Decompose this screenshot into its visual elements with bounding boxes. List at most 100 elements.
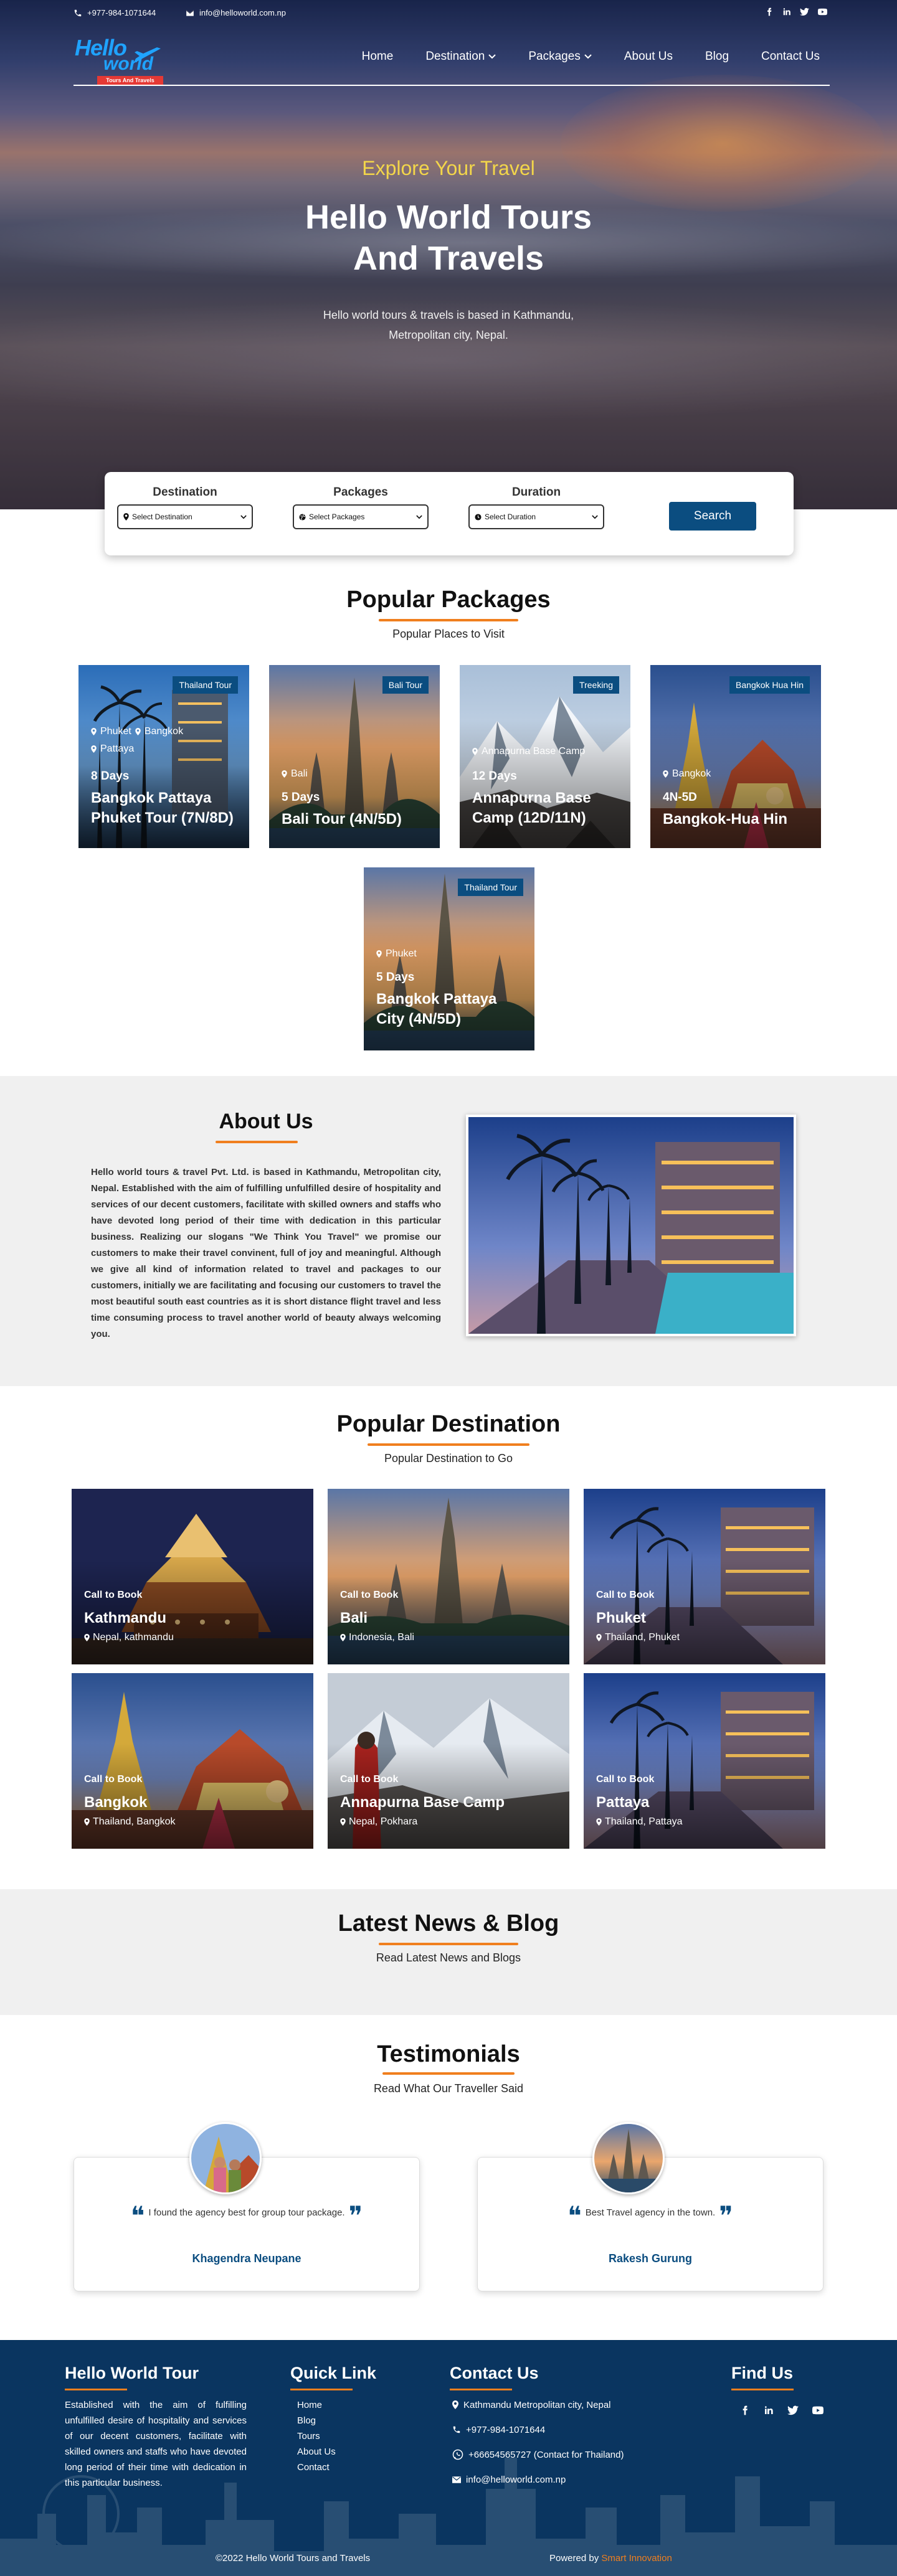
duration-value: Select Duration [485,512,536,521]
title-underline [731,2389,794,2390]
quote-close-icon: ❞ [348,2201,363,2231]
globe-icon [299,513,306,521]
testimonial-text: I found the agency best for group tour p… [148,2207,345,2218]
destination-name: Annapurna Base Camp [340,1794,505,1811]
map-pin-icon [663,770,668,778]
youtube-icon[interactable] [812,2405,823,2416]
destination-card[interactable]: Call to Book Bangkok Thailand, Bangkok [72,1673,313,1849]
powered-by: Powered by Smart Innovation [549,2553,672,2564]
topbar-email[interactable]: info@helloworld.com.np [186,8,286,17]
nav-about[interactable]: About Us [624,50,673,64]
footer-whatsapp[interactable]: +66654565727 (Contact for Thailand) [452,2442,624,2467]
destination-location: Thailand, Bangkok [93,1816,176,1827]
phone-icon [74,9,82,16]
nav-label: Blog [705,50,729,63]
destination-card[interactable]: Call to Book Annapurna Base Camp Nepal, … [328,1673,569,1849]
package-card[interactable]: Thailand Tour Phuket 5 Days Bangkok Patt… [364,867,534,1050]
map-pin-icon [340,1634,346,1641]
news-title: Latest News & Blog [338,1910,559,1937]
package-name: Bangkok Pattaya City (4N/5D) [376,991,497,1027]
nav-label: Home [361,50,394,63]
chevron-down-icon [592,514,598,519]
packages-value: Select Packages [309,512,365,521]
destination-location: Indonesia, Bali [349,1632,414,1643]
nav-contact[interactable]: Contact Us [761,50,820,64]
footer-social [740,2405,823,2416]
nav-blog[interactable]: Blog [705,50,729,64]
footer-phone[interactable]: +977-984-1071644 [452,2417,624,2442]
destination-card[interactable]: Call to Book Pattaya Thailand, Pattaya [584,1673,825,1849]
destination-name: Kathmandu [84,1610,166,1626]
nav-divider [74,85,830,86]
hero-subtitle: Hello world tours & travels is based in … [0,305,897,345]
map-pin-icon [91,728,97,735]
packages-subtitle: Popular Places to Visit [392,628,505,640]
chevron-down-icon [416,514,422,519]
map-pin-icon [135,728,141,735]
packages-select[interactable]: Select Packages [293,504,429,529]
package-card[interactable]: Thailand Tour Phuket Bangkok Pattaya 8 D… [78,665,249,848]
call-to-book[interactable]: Call to Book [596,1774,654,1785]
package-card[interactable]: Treeking Annapurna Base Camp 12 Days Ann… [460,665,630,848]
package-card[interactable]: Bangkok Hua Hin Bangkok 4N-5D Bangkok-Hu… [650,665,821,848]
about-image [466,1115,796,1336]
package-location: Pattaya [100,743,135,754]
powered-by-link[interactable]: Smart Innovation [601,2553,672,2564]
destination-card[interactable]: Call to Book Kathmandu Nepal, kathmandu [72,1489,313,1664]
site-logo[interactable]: Hello world Tours And Travels [75,32,168,85]
hero-subtitle-line1: Hello world tours & travels is based in … [323,309,574,321]
linkedin-icon[interactable] [782,7,791,16]
nav-home[interactable]: Home [362,50,394,64]
twitter-icon[interactable] [787,2405,799,2416]
nav-label: Contact Us [761,50,820,63]
duration-select[interactable]: Select Duration [468,504,604,529]
news-subtitle: Read Latest News and Blogs [376,1951,521,1964]
footer-email[interactable]: info@helloworld.com.np [452,2467,624,2492]
call-to-book[interactable]: Call to Book [84,1774,142,1785]
footer-link-tours[interactable]: Tours [297,2428,336,2444]
package-name: Bangkok Pattaya Phuket Tour (7N/8D) [91,790,234,826]
about-section: About Us Hello world tours & travel Pvt.… [0,1076,897,1386]
search-button[interactable]: Search [669,502,756,531]
topbar-phone[interactable]: +977-984-1071644 [74,8,156,17]
linkedin-icon[interactable] [764,2405,774,2416]
call-to-book[interactable]: Call to Book [340,1590,398,1601]
package-location: Bangkok [672,768,711,779]
twitter-icon[interactable] [800,7,809,16]
destination-card[interactable]: Call to Book Phuket Thailand, Phuket [584,1489,825,1664]
logo-tagline: Tours And Travels [97,76,163,85]
destination-name: Pattaya [596,1794,650,1811]
package-location: Phuket [100,726,131,737]
footer-link-about[interactable]: About Us [297,2444,336,2460]
testimonial-quote: ❝ I found the agency best for group tour… [74,2201,419,2231]
facebook-icon[interactable] [765,7,774,16]
nav-packages[interactable]: Packages [528,50,592,64]
nav-destination[interactable]: Destination [425,50,496,64]
duration-label: Duration [511,486,561,499]
testimonials-title: Testimonials [377,2041,520,2067]
destination-select[interactable]: Select Destination [117,504,253,529]
package-tag: Bangkok Hua Hin [729,676,810,694]
quote-close-icon: ❞ [719,2201,733,2231]
package-days: 4N-5D [663,791,697,804]
call-to-book[interactable]: Call to Book [84,1590,142,1601]
map-pin-icon [282,770,287,778]
news-section: Latest News & Blog Read Latest News and … [0,1889,897,2015]
powered-prefix: Powered by [549,2553,602,2564]
package-card[interactable]: Bali Tour Bali 5 Days Bali Tour (4N/5D) [269,665,440,848]
facebook-icon[interactable] [740,2405,750,2416]
map-pin-icon [472,748,478,755]
avatar-image [191,2124,260,2192]
footer-link-home[interactable]: Home [297,2397,336,2413]
destination-location: Nepal, Pokhara [349,1816,418,1827]
site-footer: Hello World Tour Established with the ai… [0,2340,897,2576]
title-underline [450,2389,512,2390]
footer-link-contact[interactable]: Contact [297,2460,336,2475]
youtube-icon[interactable] [818,7,827,16]
call-to-book[interactable]: Call to Book [596,1590,654,1601]
footer-link-blog[interactable]: Blog [297,2413,336,2428]
call-to-book[interactable]: Call to Book [340,1774,398,1785]
destination-card[interactable]: Call to Book Bali Indonesia, Bali [328,1489,569,1664]
title-underline [290,2389,353,2390]
map-pin-icon [84,1634,90,1641]
